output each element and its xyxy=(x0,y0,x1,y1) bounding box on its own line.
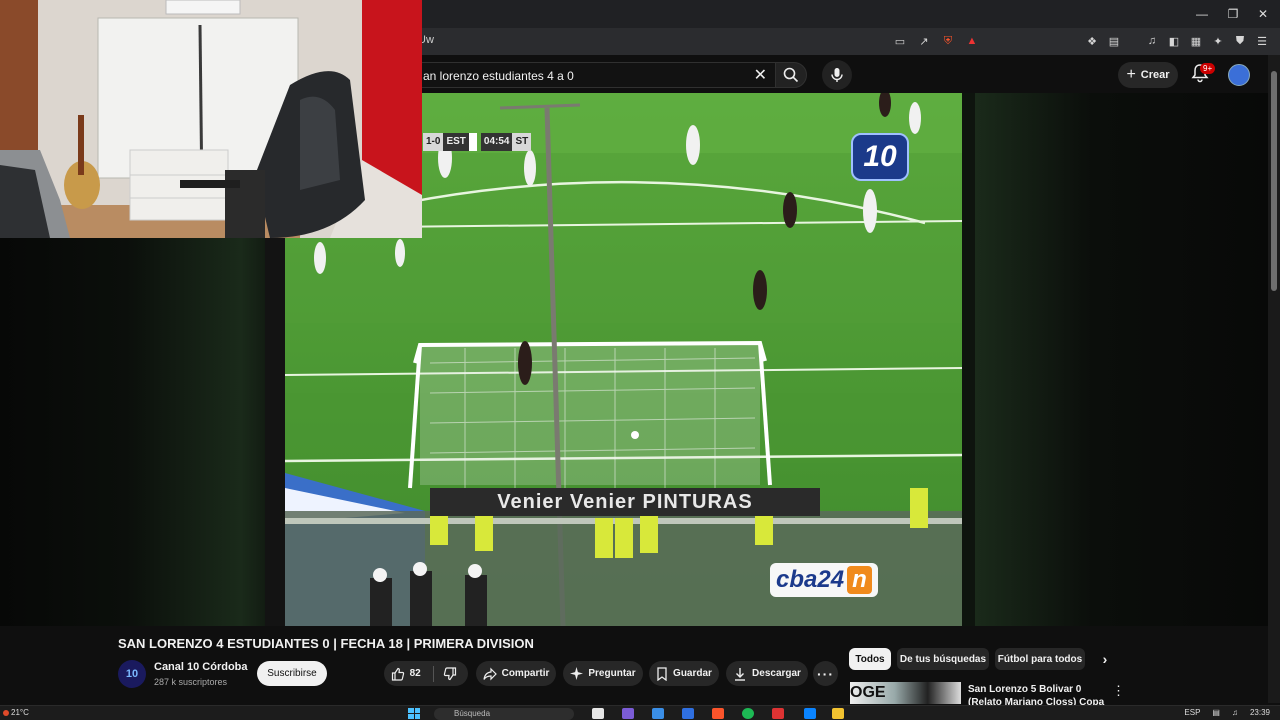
wallet-icon[interactable]: ▦ xyxy=(1188,32,1204,50)
ask-button[interactable]: Preguntar xyxy=(563,661,643,686)
channel-name[interactable]: Canal 10 Córdoba xyxy=(154,661,248,673)
voice-search-button[interactable] xyxy=(822,60,852,90)
save-button[interactable]: Guardar xyxy=(649,661,719,686)
media-icon[interactable]: ♫ xyxy=(1144,32,1160,50)
subscriber-count: 287 k suscriptores xyxy=(154,677,228,687)
taskbar-search[interactable]: Búsqueda xyxy=(434,708,574,720)
search-button[interactable] xyxy=(775,62,807,88)
system-tray: ESP ▤ ♫ 23:39 xyxy=(1184,708,1270,717)
more-horizontal-icon: ··· xyxy=(817,665,834,682)
like-divider xyxy=(433,666,434,682)
cba24-text: cba24 xyxy=(776,566,845,593)
share-button[interactable]: Compartir xyxy=(476,661,556,686)
page-scrollbar[interactable] xyxy=(1268,55,1280,703)
task-view-icon[interactable] xyxy=(592,708,604,719)
video-ambient-right xyxy=(975,93,1268,626)
team-abbrev: EST xyxy=(443,133,469,151)
video-title: SAN LORENZO 4 ESTUDIANTES 0 | FECHA 18 |… xyxy=(118,636,534,651)
spotify-icon[interactable] xyxy=(742,708,754,719)
close-window-icon[interactable]: ✕ xyxy=(1246,0,1280,28)
language-indicator[interactable]: ESP xyxy=(1184,708,1200,717)
windows-start-icon[interactable] xyxy=(408,708,420,719)
recommendation-thumb-text: OGE xyxy=(850,684,886,701)
score: 1-0 xyxy=(423,133,444,151)
microphone-icon xyxy=(831,68,843,82)
notifications-badge: 9+ xyxy=(1200,63,1216,74)
more-actions-button[interactable]: ··· xyxy=(813,661,838,686)
create-button[interactable]: + Crear xyxy=(1118,62,1178,88)
download-icon xyxy=(735,667,746,681)
file-explorer-icon[interactable] xyxy=(832,708,844,719)
minimize-icon[interactable]: — xyxy=(1185,0,1219,28)
scorebug: 1-0 EST 04:54 ST xyxy=(423,133,532,151)
user-avatar[interactable] xyxy=(1228,64,1250,86)
create-label: Crear xyxy=(1140,69,1170,81)
download-label: Descargar xyxy=(752,668,801,679)
clock[interactable]: 23:39 xyxy=(1250,708,1270,717)
cast-icon[interactable]: ▭ xyxy=(892,32,908,50)
channel-avatar[interactable]: 10 xyxy=(118,660,146,688)
thumbs-down-icon xyxy=(443,666,457,680)
dislike-button[interactable] xyxy=(432,666,468,681)
reader-icon[interactable]: ▤ xyxy=(1106,32,1122,50)
scorebug-divider xyxy=(468,133,477,151)
brave-rewards-icon[interactable]: ▲ xyxy=(964,32,980,50)
like-dislike-group: 82 xyxy=(384,661,468,686)
more-vertical-icon[interactable]: ⋮ xyxy=(1112,683,1125,699)
recommendation-thumbnail[interactable]: OGE xyxy=(850,682,961,704)
like-button[interactable]: 82 xyxy=(384,667,427,681)
brave-shield-icon[interactable]: ⛨ xyxy=(940,32,956,50)
search-icon xyxy=(783,67,799,83)
weather-widget[interactable]: 21°C xyxy=(3,708,29,717)
chip-de-tus-busquedas[interactable]: De tus búsquedas xyxy=(897,648,989,670)
ad-board: Venier Venier PINTURAS xyxy=(430,488,820,516)
webcam-overlay xyxy=(0,0,422,238)
chip-todos[interactable]: Todos xyxy=(849,648,891,670)
match-clock: 04:54 xyxy=(480,133,513,151)
separator-icon xyxy=(1128,32,1138,50)
clear-search-icon[interactable]: ✕ xyxy=(754,65,767,85)
share-label: Compartir xyxy=(501,668,550,679)
download-button[interactable]: Descargar xyxy=(726,661,808,686)
windows-taskbar: 21°C Búsqueda ESP ▤ ♫ 23:39 xyxy=(0,705,1280,720)
vpn-icon[interactable]: ⛊ xyxy=(1232,32,1248,50)
weather-icon xyxy=(3,709,9,716)
sidebar-icon[interactable]: ◧ xyxy=(1166,32,1182,50)
chip-futbol-para-todos[interactable]: Fútbol para todos xyxy=(995,648,1085,670)
temperature: 21°C xyxy=(11,708,29,717)
channel-10-logo: 10 xyxy=(851,133,909,181)
search-query: an lorenzo estudiantes 4 a 0 xyxy=(423,69,574,83)
search-input[interactable]: an lorenzo estudiantes 4 a 0 ✕ xyxy=(410,62,775,88)
chips-next-icon[interactable]: › xyxy=(1094,648,1116,670)
extensions-icon[interactable]: ❖ xyxy=(1084,32,1100,50)
like-count: 82 xyxy=(409,668,421,679)
share-page-icon[interactable]: ↗ xyxy=(916,32,932,50)
match-half: ST xyxy=(512,133,532,151)
menu-icon[interactable]: ☰ xyxy=(1254,32,1270,50)
app-icon-5[interactable] xyxy=(804,708,816,719)
restore-icon[interactable]: ❐ xyxy=(1216,0,1250,28)
share-icon xyxy=(482,667,497,680)
app-icon-4[interactable] xyxy=(772,708,784,719)
cba24n-logo: cba24 n xyxy=(770,563,878,597)
save-label: Guardar xyxy=(673,668,712,679)
ask-label: Preguntar xyxy=(588,668,636,679)
webcam-room-image xyxy=(0,0,422,238)
app-icon-3[interactable] xyxy=(682,708,694,719)
volume-icon[interactable]: ♫ xyxy=(1232,708,1238,717)
app-icon-2[interactable] xyxy=(652,708,664,719)
plus-icon: + xyxy=(1126,66,1136,83)
channel-logo-icon: 10 xyxy=(125,668,139,680)
app-icon-1[interactable] xyxy=(622,708,634,719)
leo-ai-icon[interactable]: ✦ xyxy=(1210,32,1226,50)
sparkle-icon xyxy=(570,667,584,680)
brave-browser-icon[interactable] xyxy=(712,708,724,719)
scrollbar-thumb[interactable] xyxy=(1271,71,1277,291)
subscribe-button[interactable]: Suscribirse xyxy=(257,661,327,686)
cba24-n-badge: n xyxy=(847,566,872,594)
bookmark-icon xyxy=(657,666,667,681)
screen: — ❐ ✕ Uw ▭ ↗ ⛨ ▲ ❖ ▤ ♫ ◧ ▦ ✦ ⛊ ☰ an lore… xyxy=(0,0,1280,720)
thumbs-up-icon xyxy=(391,667,404,681)
network-icon[interactable]: ▤ xyxy=(1212,708,1220,717)
